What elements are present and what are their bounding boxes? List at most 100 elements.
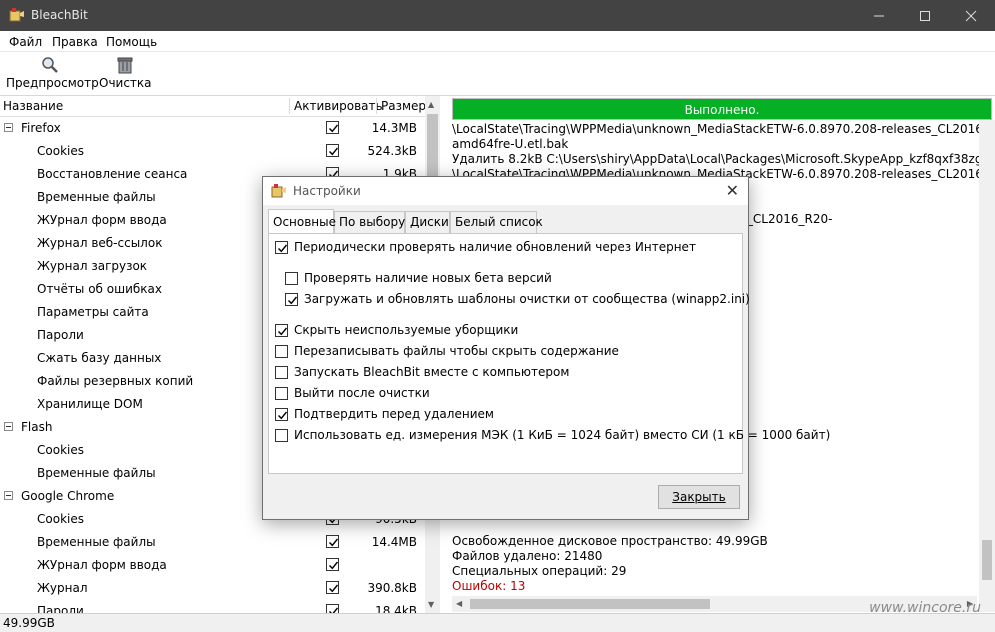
scroll-left-icon[interactable]: ◀ xyxy=(456,599,462,608)
tree-row-size: 14.3MB xyxy=(371,121,417,135)
scrollbar-thumb[interactable] xyxy=(982,540,992,580)
tree-row-size: 14.4MB xyxy=(371,535,417,549)
dialog-title-bar: Настройки ✕ xyxy=(263,177,748,205)
tab-general[interactable]: Основные xyxy=(268,209,336,233)
watermark: www.wincore.ru xyxy=(869,600,981,616)
tree-row-size: 524.3kB xyxy=(367,144,417,158)
tree-item-row[interactable]: ЖУрнал форм ввода xyxy=(0,554,425,577)
log-line: \LocalState\Tracing\WPPMedia\unknown_Med… xyxy=(452,122,995,136)
tree-item-row[interactable]: Журнал 390.8kB xyxy=(0,577,425,600)
option-label: Скрыть неиспользуемые уборщики xyxy=(294,323,519,337)
collapse-icon[interactable] xyxy=(4,422,13,431)
option-label: Проверять наличие новых бета версий xyxy=(304,271,552,285)
column-name-header[interactable]: Название xyxy=(3,99,63,113)
column-separator[interactable] xyxy=(289,98,290,114)
checkmark-icon xyxy=(278,244,288,253)
tree-row-label: Параметры сайта xyxy=(37,305,149,319)
magnifier-icon xyxy=(42,57,58,73)
log-vertical-scrollbar[interactable] xyxy=(979,120,995,612)
option-label: Подтвердить перед удалением xyxy=(294,407,494,421)
checkmark-icon xyxy=(288,296,298,305)
summary-freed: Освобожденное дисковое пространство: 49.… xyxy=(452,534,768,548)
option-checkbox[interactable] xyxy=(275,429,288,442)
maximize-button[interactable] xyxy=(902,0,948,31)
checkmark-icon xyxy=(329,538,339,547)
close-icon xyxy=(965,10,977,22)
option-checkbox[interactable] xyxy=(275,408,288,421)
tree-item-row[interactable]: Пароли 18.4kB xyxy=(0,600,425,613)
option-checkbox[interactable] xyxy=(275,345,288,358)
enable-checkbox[interactable] xyxy=(326,535,339,548)
checkmark-icon xyxy=(278,411,288,420)
menu-help[interactable]: Помощь xyxy=(106,35,157,49)
tree-row-label: Google Chrome xyxy=(21,489,115,503)
bleachbit-app-icon xyxy=(9,8,24,22)
tree-row-label: Журнал xyxy=(37,581,88,595)
settings-dialog: Настройки ✕ Основные По выбору Диски Бел… xyxy=(262,176,830,520)
tree-row-label: Cookies xyxy=(37,512,84,526)
checkmark-icon xyxy=(329,147,339,156)
collapse-icon[interactable] xyxy=(4,123,13,132)
progress-text: Выполнено. xyxy=(684,103,760,117)
option-label: Запускать BleachBit вместе с компьютером xyxy=(294,365,570,379)
clean-button[interactable]: Очистка xyxy=(99,56,152,90)
tree-category-row[interactable]: Firefox 14.3MB xyxy=(0,117,425,140)
scroll-up-icon[interactable]: ▲ xyxy=(428,100,434,109)
summary-deleted: Файлов удалено: 21480 xyxy=(452,549,603,563)
option-label: Использовать ед. измерения МЭК (1 КиБ = … xyxy=(294,428,831,442)
scrollbar-thumb[interactable] xyxy=(470,599,710,609)
enable-checkbox[interactable] xyxy=(326,121,339,134)
option-checkbox[interactable] xyxy=(275,241,288,254)
minimize-icon xyxy=(874,15,884,17)
column-separator[interactable] xyxy=(376,98,377,114)
option-checkbox[interactable] xyxy=(275,366,288,379)
enable-checkbox[interactable] xyxy=(326,144,339,157)
tree-row-label: Файлы резервных копий xyxy=(37,374,194,388)
option-label: Перезаписывать файлы чтобы скрыть содерж… xyxy=(294,344,619,358)
tree-row-label: Временные файлы xyxy=(37,535,156,549)
general-tab-pane: Периодически проверять наличие обновлени… xyxy=(268,233,830,474)
option-checkbox[interactable] xyxy=(275,324,288,337)
tree-item-row[interactable]: Временные файлы 14.4MB xyxy=(0,531,425,554)
menu-edit[interactable]: Правка xyxy=(52,35,98,49)
title-bar: BleachBit xyxy=(0,0,995,31)
column-enable-header[interactable]: Активировать xyxy=(294,99,383,113)
option-checkbox[interactable] xyxy=(285,293,298,306)
tree-row-label: Cookies xyxy=(37,144,84,158)
tree-row-label: Flash xyxy=(21,420,53,434)
tree-row-label: Журнал веб-ссылок xyxy=(37,236,163,250)
tree-row-label: Восстановление сеанса xyxy=(37,167,188,181)
menu-file[interactable]: Файл xyxy=(9,35,42,49)
option-label: Загружать и обновлять шаблоны очистки от… xyxy=(304,292,750,306)
column-size-header[interactable]: Размер xyxy=(381,99,426,113)
progress-bar: Выполнено. xyxy=(452,98,992,120)
tree-row-label: Хранилище DOM xyxy=(37,397,143,411)
tab-drives[interactable]: Диски xyxy=(405,211,450,233)
option-checkbox[interactable] xyxy=(285,272,298,285)
window-close-button[interactable] xyxy=(948,0,994,31)
option-checkbox[interactable] xyxy=(275,387,288,400)
tree-row-size: 390.8kB xyxy=(367,581,417,595)
summary-errors: Ошибок: 13 xyxy=(452,579,526,593)
dialog-close-icon[interactable]: ✕ xyxy=(726,181,739,200)
checkmark-icon xyxy=(329,607,339,613)
collapse-icon[interactable] xyxy=(4,491,13,500)
tree-row-label: ЖУрнал форм ввода xyxy=(37,213,167,227)
tab-whitelist[interactable]: Белый список xyxy=(450,211,543,233)
minimize-button[interactable] xyxy=(856,0,902,31)
tree-item-row[interactable]: Cookies 524.3kB xyxy=(0,140,425,163)
scrollbar-thumb[interactable] xyxy=(427,114,438,184)
tab-custom[interactable]: По выбору xyxy=(334,211,405,233)
enable-checkbox[interactable] xyxy=(326,581,339,594)
scroll-down-icon[interactable]: ▼ xyxy=(428,600,434,609)
preview-button[interactable]: Предпросмотр xyxy=(6,56,99,90)
tree-row-label: Пароли xyxy=(37,328,84,342)
tree-row-label: Firefox xyxy=(21,121,61,135)
tree-row-label: Журнал загрузок xyxy=(37,259,148,273)
enable-checkbox[interactable] xyxy=(326,558,339,571)
checkmark-icon xyxy=(329,124,339,133)
status-bar: 49.99GB xyxy=(0,613,995,632)
enable-checkbox[interactable] xyxy=(326,604,339,613)
tree-row-label: Сжать базу данных xyxy=(37,351,162,365)
close-button[interactable]: Закрыть xyxy=(658,485,740,509)
